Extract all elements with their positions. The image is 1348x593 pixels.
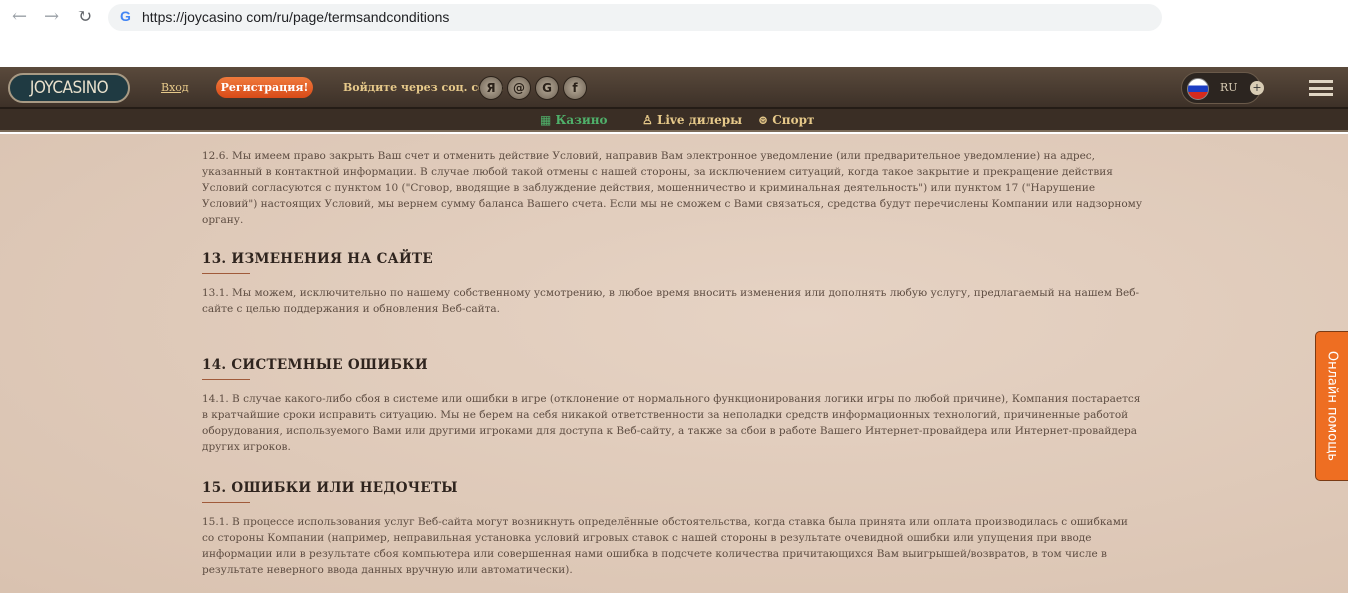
paragraph-15-1: 15.1. В процессе использования услуг Веб… <box>202 516 1128 576</box>
url-text: https://joycasino com/ru/page/termsandco… <box>142 9 450 25</box>
facebook-icon[interactable]: f <box>563 76 587 100</box>
google-login-icon[interactable]: G <box>535 76 559 100</box>
nav-live-dealers[interactable]: ♙ Live дилеры <box>642 113 742 127</box>
login-link[interactable]: Вход <box>161 81 189 94</box>
online-help-button[interactable]: Онлайн помощь <box>1315 331 1348 481</box>
paragraph-12-6: 12.6. Мы имеем право закрыть Ваш счет и … <box>202 150 1143 226</box>
section-heading-14: 14. СИСТЕМНЫЕ ОШИБКИ <box>202 357 428 380</box>
russia-flag-icon <box>1187 78 1209 100</box>
dealer-icon: ♙ <box>642 113 657 127</box>
paragraph-14-1: 14.1. В случае какого-либо сбоя в систем… <box>202 393 1141 453</box>
language-dropdown-icon[interactable]: + <box>1250 81 1264 95</box>
google-icon: G <box>120 8 131 24</box>
section-heading-13: 13. ИЗМЕНЕНИЯ НА САЙТЕ <box>202 251 433 274</box>
slot-icon: ▦ <box>540 113 556 127</box>
section-heading-15: 15. ОШИБКИ ИЛИ НЕДОЧЕТЫ <box>202 480 458 503</box>
nav-sport[interactable]: ⊛ Спорт <box>758 113 814 127</box>
browser-toolbar: ← → ↻ G https://joycasino com/ru/page/te… <box>0 0 1348 67</box>
back-icon[interactable]: ← <box>12 6 27 27</box>
logo[interactable]: JOYCASINO <box>8 73 130 103</box>
reload-icon[interactable]: ↻ <box>77 6 92 27</box>
paragraph-13-1: 13.1. Мы можем, исключительно по нашему … <box>202 287 1140 315</box>
yandex-icon[interactable]: Я <box>479 76 503 100</box>
language-code: RU <box>1220 81 1238 94</box>
menu-icon[interactable] <box>1309 80 1333 96</box>
address-bar[interactable]: G https://joycasino com/ru/page/termsand… <box>108 4 1162 31</box>
site-header: JOYCASINO Вход Регистрация! Войдите чере… <box>0 67 1348 109</box>
category-nav: ▦ Казино ♙ Live дилеры ⊛ Спорт <box>0 109 1348 132</box>
nav-casino[interactable]: ▦ Казино <box>540 113 608 127</box>
terms-content: 12.6. Мы имеем право закрыть Ваш счет и … <box>0 134 1348 593</box>
register-button[interactable]: Регистрация! <box>216 77 313 98</box>
forward-icon[interactable]: → <box>44 6 59 27</box>
language-selector[interactable]: RU <box>1181 72 1261 104</box>
mailru-icon[interactable]: @ <box>507 76 531 100</box>
ball-icon: ⊛ <box>758 113 773 127</box>
